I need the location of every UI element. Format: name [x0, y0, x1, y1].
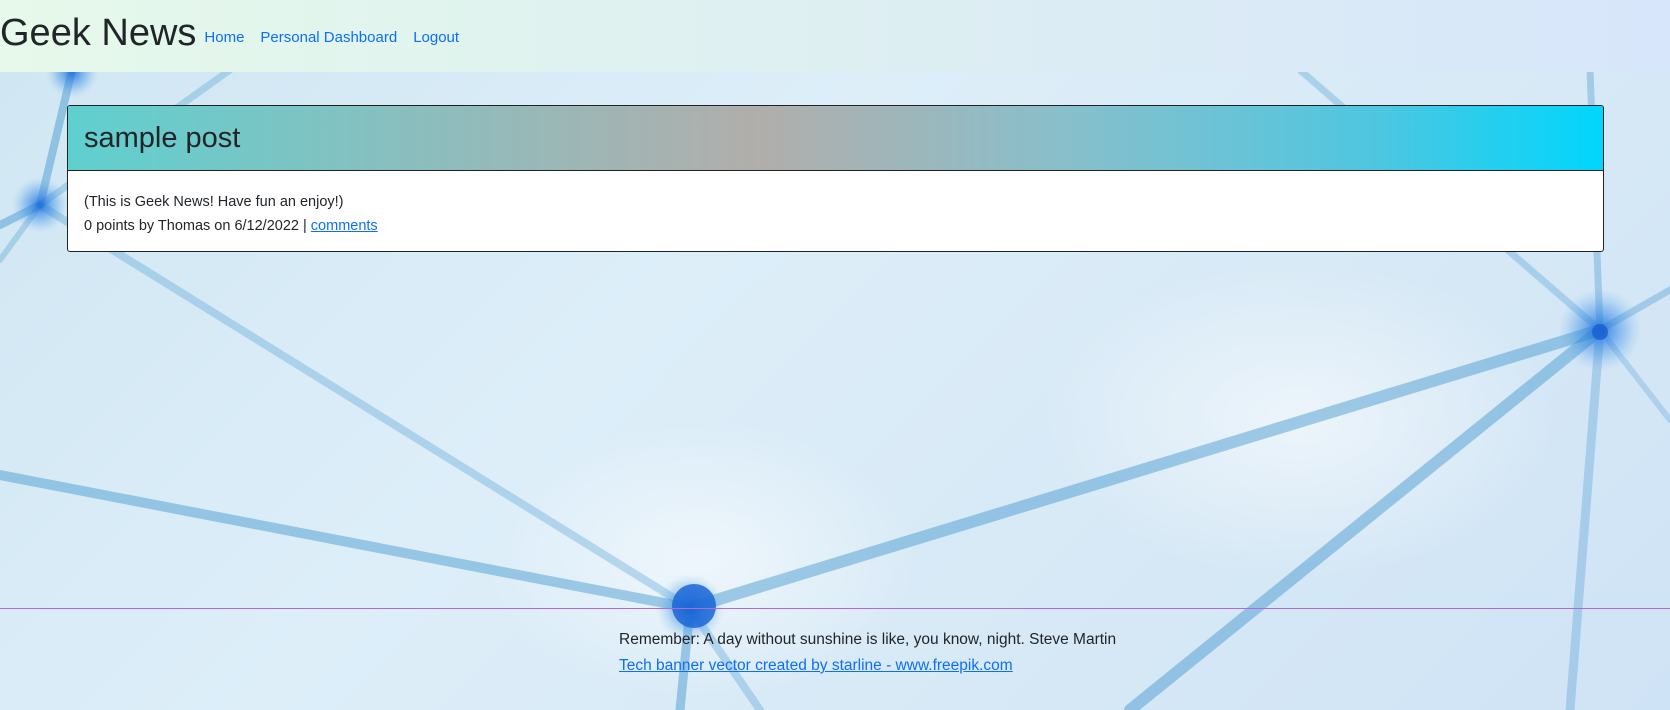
nav-links: Home Personal Dashboard Logout	[204, 29, 475, 46]
footer-divider	[0, 608, 1670, 609]
post-meta-row: 0 points by Thomas on 6/12/2022 | commen…	[84, 214, 1587, 238]
comments-link[interactable]: comments	[311, 218, 378, 234]
freepik-credit-link[interactable]: Tech banner vector created by starline -…	[619, 657, 1013, 674]
nav-link-personal-dashboard[interactable]: Personal Dashboard	[260, 29, 397, 46]
nav-link-home[interactable]: Home	[204, 29, 244, 46]
post-body: (This is Geek News! Have fun an enjoy!) …	[68, 171, 1603, 238]
footer-quote: Remember: A day without sunshine is like…	[619, 631, 1117, 648]
footer: Remember: A day without sunshine is like…	[619, 627, 1116, 679]
nav-link-logout[interactable]: Logout	[413, 29, 459, 46]
top-navbar: Geek News Home Personal Dashboard Logout	[0, 0, 1670, 72]
post-text: (This is Geek News! Have fun an enjoy!)	[84, 194, 344, 210]
post-card: sample post (This is Geek News! Have fun…	[67, 105, 1604, 252]
site-brand[interactable]: Geek News	[0, 14, 196, 52]
post-meta: 0 points by Thomas on 6/12/2022 |	[84, 218, 311, 234]
post-title: sample post	[84, 121, 241, 154]
post-header: sample post	[68, 106, 1603, 171]
